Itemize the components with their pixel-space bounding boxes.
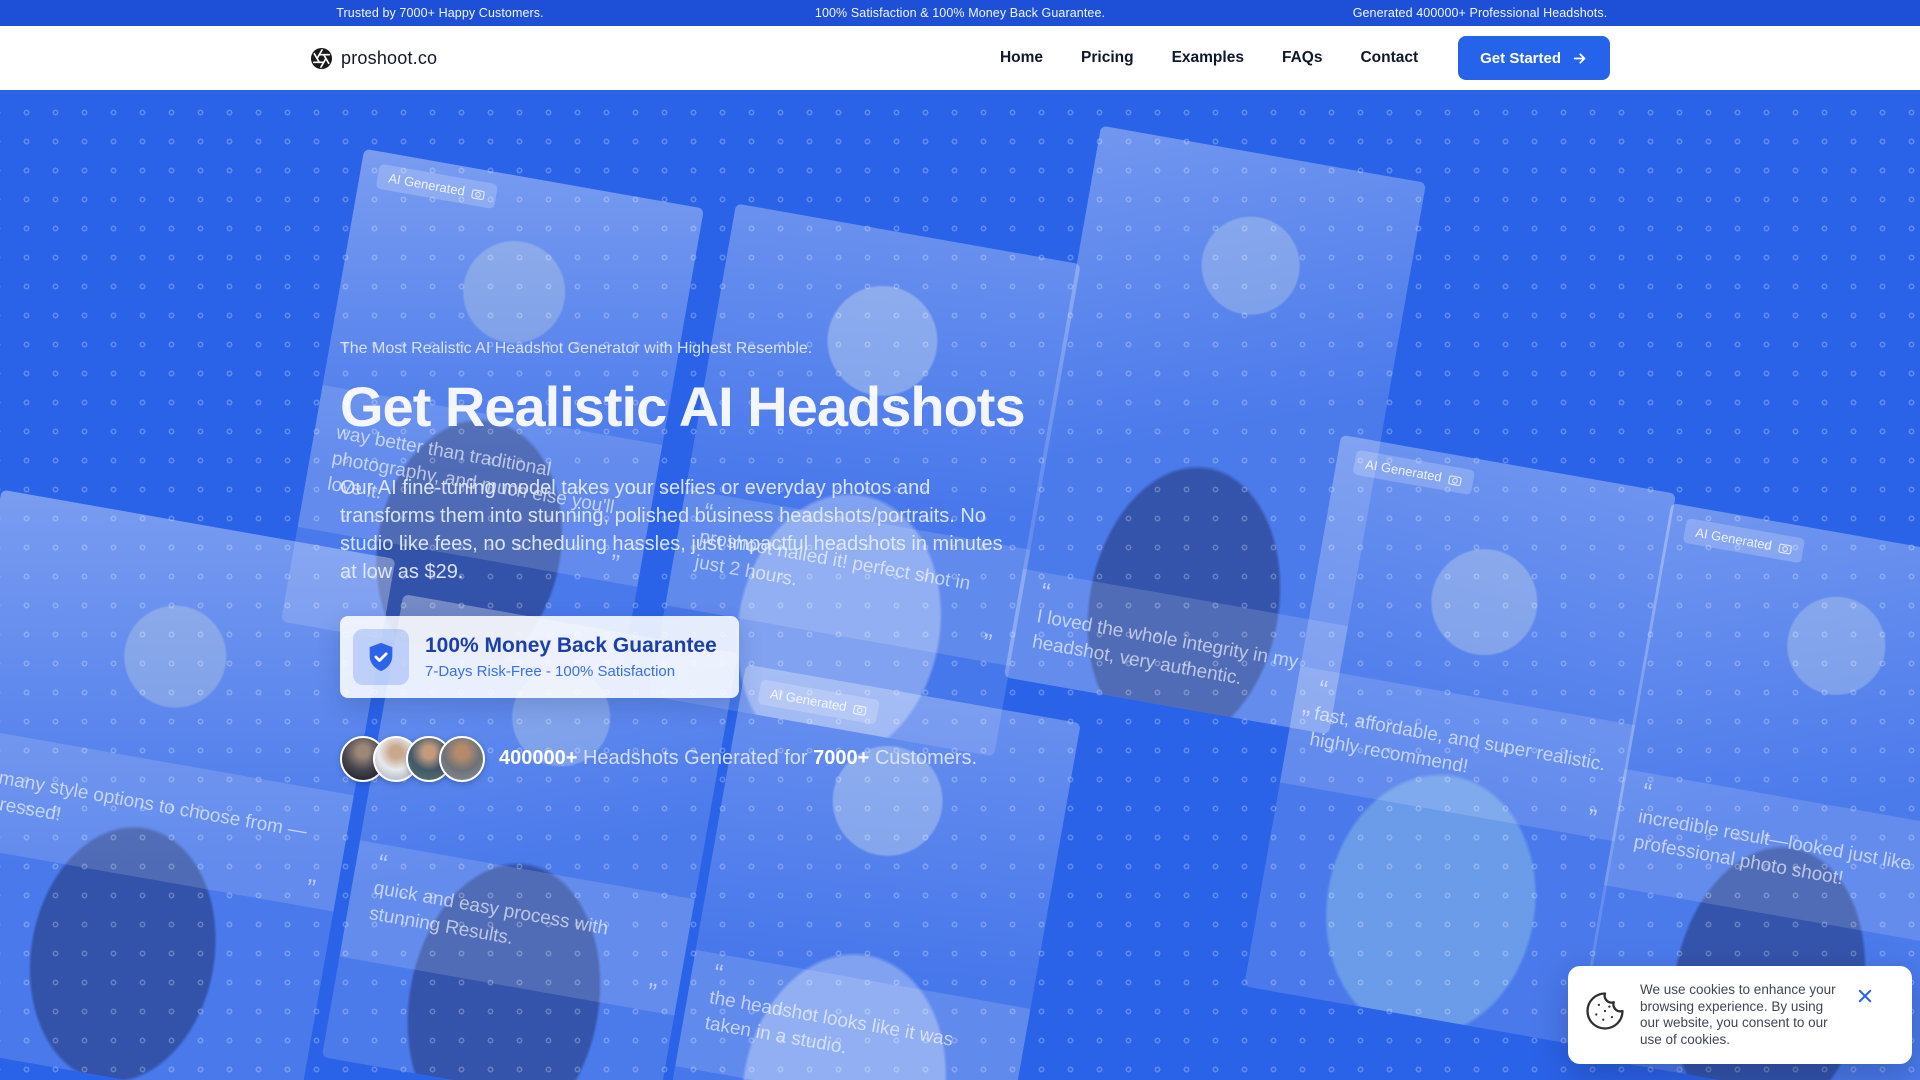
cookie-close-button[interactable]: [1854, 984, 1876, 1008]
hero-heading: Get Realistic AI Headshots: [340, 376, 1040, 438]
get-started-label: Get Started: [1480, 50, 1561, 67]
camera-icon: [470, 186, 486, 202]
social-proof-row: 400000+ Headshots Generated for 7000+ Cu…: [340, 736, 1040, 782]
camera-icon: [1447, 472, 1463, 488]
nav-link-faqs[interactable]: FAQs: [1282, 49, 1322, 67]
customer-avatar: [439, 736, 485, 782]
navbar: proshoot.co Home Pricing Examples FAQs Conta…: [0, 26, 1920, 90]
close-icon: [1856, 987, 1874, 1005]
brand-name: proshoot.co: [341, 48, 437, 69]
announcement-text: Trusted by 7000+ Happy Customers.: [180, 6, 700, 20]
hero-section: AI Generatedway better than traditional …: [0, 90, 1920, 1080]
announcement-items: Trusted by 7000+ Happy Customers.100% Sa…: [180, 6, 1740, 20]
arrow-right-icon: [1571, 50, 1588, 67]
shield-check-icon: [364, 640, 398, 674]
announcement-bar: Trusted by 7000+ Happy Customers.100% Sa…: [0, 0, 1920, 26]
stats-text: Headshots Generated for: [577, 747, 813, 769]
guarantee-title: 100% Money Back Guarantee: [425, 633, 717, 659]
shield-icon-tile: [353, 629, 409, 685]
guarantee-subtitle: 7-Days Risk-Free - 100% Satisfaction: [425, 663, 717, 680]
nav-link-home[interactable]: Home: [1000, 49, 1043, 67]
headshot-stats: 400000+ Headshots Generated for 7000+ Cu…: [499, 747, 977, 770]
aperture-logo-icon: [310, 47, 333, 70]
stats-text: Customers.: [869, 747, 977, 769]
hero-content: The Most Realistic AI Headshot Generator…: [340, 340, 1040, 782]
customer-avatars: [340, 736, 485, 782]
nav-links: Home Pricing Examples FAQs Contact: [1000, 49, 1418, 67]
stats-number: 400000+: [499, 747, 577, 769]
money-back-guarantee-card: 100% Money Back Guarantee 7-Days Risk-Fr…: [340, 616, 739, 698]
announcement-text: 100% Satisfaction & 100% Money Back Guar…: [700, 6, 1220, 20]
cookie-notice: We use cookies to enhance your browsing …: [1568, 966, 1912, 1064]
announcement-text: Generated 400000+ Professional Headshots…: [1220, 6, 1740, 20]
nav-link-pricing[interactable]: Pricing: [1081, 49, 1134, 67]
stats-number: 7000+: [813, 747, 869, 769]
nav-link-examples[interactable]: Examples: [1172, 49, 1244, 67]
hero-tagline: The Most Realistic AI Headshot Generator…: [340, 340, 1040, 358]
brand-logo[interactable]: proshoot.co: [310, 47, 437, 70]
cookie-message: We use cookies to enhance your browsing …: [1640, 982, 1840, 1048]
nav-link-contact[interactable]: Contact: [1360, 49, 1418, 67]
cookie-icon: [1584, 990, 1626, 1048]
page: Trusted by 7000+ Happy Customers.100% Sa…: [0, 0, 1920, 1080]
camera-icon: [1777, 540, 1793, 556]
get-started-button[interactable]: Get Started: [1458, 36, 1610, 80]
hero-description: Our AI fine-tuning model takes your self…: [340, 474, 1012, 586]
